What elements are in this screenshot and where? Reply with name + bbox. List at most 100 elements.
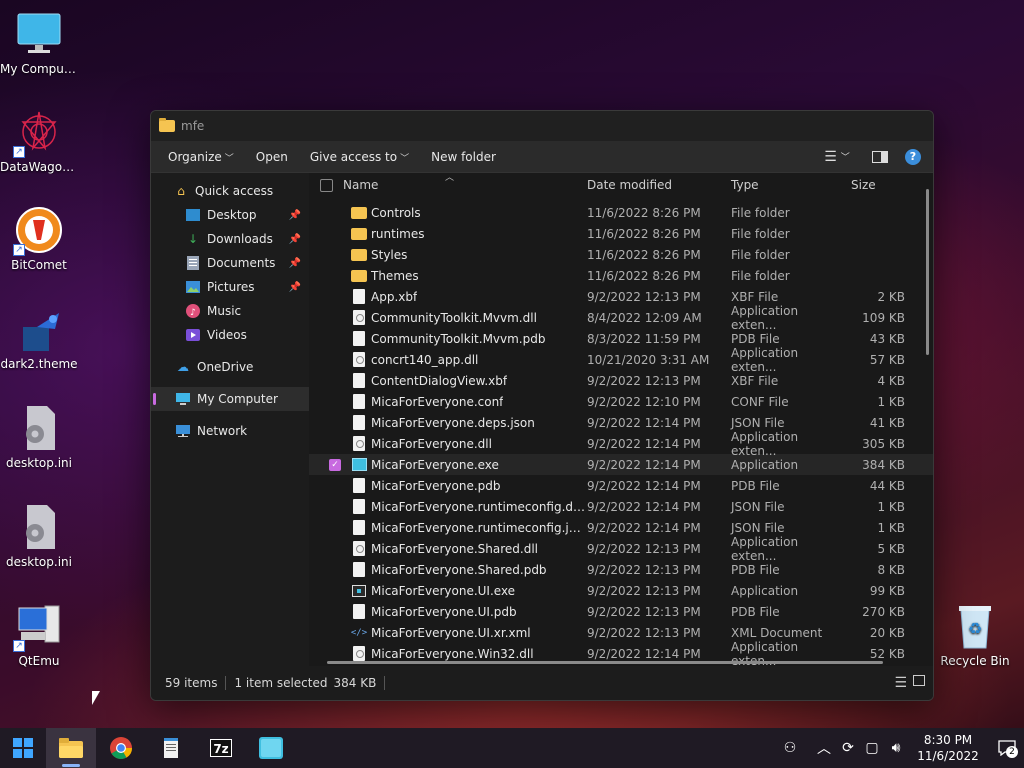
document-icon [353, 331, 365, 346]
file-type: JSON File [731, 520, 785, 535]
desktop-icon-label: dark2.theme [0, 357, 78, 371]
desktop-icon-bitcomet[interactable]: ↗ BitComet [0, 206, 78, 272]
file-row[interactable]: MicaForEveryone.Shared.pdb 9/2/2022 12:13… [309, 559, 933, 580]
file-date: 9/2/2022 12:10 PM [587, 394, 701, 409]
view-options-button[interactable]: ☰ ﹀ [819, 146, 855, 168]
file-row[interactable]: Controls 11/6/2022 8:26 PM File folder [309, 202, 933, 223]
document-icon [353, 394, 365, 409]
nav-desktop[interactable]: Desktop 📌 [151, 203, 309, 227]
file-name: MicaForEveryone.UI.pdb [371, 604, 517, 619]
select-all-checkbox[interactable] [319, 178, 333, 192]
mica-app-icon [259, 737, 283, 759]
desktop-icon-recycle-bin[interactable]: ♻ Recycle Bin [936, 602, 1014, 668]
file-name: Themes [371, 268, 419, 283]
file-row[interactable]: ✓ MicaForEveryone.exe 9/2/2022 12:14 PM App… [309, 454, 933, 475]
dll-file-icon [353, 352, 365, 367]
nav-label: Documents [207, 256, 276, 270]
pin-icon: 📌 [288, 233, 301, 245]
nav-onedrive[interactable]: ☁ OneDrive [151, 355, 309, 379]
theme-file-icon [15, 305, 63, 353]
desktop-icon-dark2-theme[interactable]: dark2.theme [0, 305, 78, 371]
file-type: JSON File [731, 415, 785, 430]
file-row[interactable]: Themes 11/6/2022 8:26 PM File folder [309, 265, 933, 286]
file-name: App.xbf [371, 289, 418, 304]
nav-quick-access[interactable]: ⌂ Quick access [151, 179, 309, 203]
taskbar-mica-app[interactable] [246, 728, 296, 768]
notepad-icon [164, 738, 178, 758]
new-folder-button[interactable]: New folder [420, 144, 507, 170]
shortcut-arrow-icon: ↗ [13, 244, 25, 256]
taskbar-notepad[interactable] [146, 728, 196, 768]
file-row[interactable]: runtimes 11/6/2022 8:26 PM File folder [309, 223, 933, 244]
sync-icon[interactable]: ⟳ [836, 740, 860, 756]
large-icons-view-icon[interactable] [913, 675, 925, 691]
folder-icon [159, 118, 175, 132]
datawagon-icon: ↗ [13, 108, 63, 158]
file-row[interactable]: MicaForEveryone.UI.exe 9/2/2022 12:13 PM A… [309, 580, 933, 601]
volume-icon[interactable]: 🔊︎ [884, 740, 908, 756]
file-row[interactable]: MicaForEveryone.UI.pdb 9/2/2022 12:13 PM P… [309, 601, 933, 622]
desktop-icon-my-computer[interactable]: My Computer [0, 10, 78, 76]
file-row[interactable]: CommunityToolkit.Mvvm.dll 8/4/2022 12:09 … [309, 304, 933, 332]
download-icon: ↓ [187, 232, 199, 246]
desktop-icon-desktop-ini-2[interactable]: desktop.ini [0, 503, 78, 569]
file-date: 9/2/2022 12:13 PM [587, 562, 701, 577]
column-name[interactable]: Name [343, 178, 587, 192]
horizontal-scrollbar[interactable] [327, 661, 883, 664]
file-row[interactable]: MicaForEveryone.runtimeconfig.dev.j... 9/… [309, 496, 933, 517]
desktop-icon-qtemu[interactable]: ↗ QtEmu [0, 602, 78, 668]
file-row[interactable]: MicaForEveryone.conf 9/2/2022 12:10 PM CON… [309, 391, 933, 412]
folder-icon [351, 269, 367, 282]
file-row[interactable]: MicaForEveryone.Shared.dll 9/2/2022 12:13… [309, 535, 933, 563]
organize-button[interactable]: Organize ﹀ [157, 144, 245, 170]
file-row[interactable]: ContentDialogView.xbf 9/2/2022 12:13 PM XB… [309, 370, 933, 391]
nav-label: Music [207, 304, 242, 318]
desktop-icon-datawagon[interactable]: ↗ DataWagon... [0, 108, 78, 174]
file-row[interactable]: MicaForEveryone.pdb 9/2/2022 12:14 PM PDB … [309, 475, 933, 496]
title-bar[interactable]: mfe [151, 111, 933, 141]
file-size: 1 KB [877, 499, 905, 514]
help-icon[interactable]: ? [905, 148, 921, 165]
file-row[interactable]: Styles 11/6/2022 8:26 PM File folder [309, 244, 933, 265]
taskbar-7zip[interactable]: 7z [196, 728, 246, 768]
taskbar-file-explorer[interactable] [46, 728, 96, 768]
nav-label: Pictures [207, 280, 255, 294]
nav-downloads[interactable]: ↓ Downloads 📌 [151, 227, 309, 251]
nav-pictures[interactable]: Pictures 📌 [151, 275, 309, 299]
start-button[interactable] [0, 728, 46, 768]
people-icon[interactable]: ⚇ [778, 740, 802, 756]
file-row[interactable]: concrt140_app.dll 10/21/2020 3:31 AM Appli… [309, 346, 933, 374]
vertical-scrollbar[interactable] [926, 189, 929, 355]
file-name: CommunityToolkit.Mvvm.pdb [371, 331, 546, 346]
folder-icon [351, 227, 367, 240]
taskbar: 7z ⚇ ︿ ⟳ ▢ 🔊︎ 8:30 PM 11/6/2022 2 [0, 728, 1024, 768]
chevron-up-icon[interactable]: ︿ [812, 738, 836, 758]
nav-network[interactable]: Network [151, 419, 309, 443]
notification-center-button[interactable]: 2 [990, 728, 1024, 768]
nav-videos[interactable]: Videos [151, 323, 309, 347]
file-type: XBF File [731, 373, 779, 388]
pictures-icon [185, 280, 201, 294]
open-button[interactable]: Open [245, 144, 299, 170]
column-size[interactable]: Size [841, 178, 905, 192]
item-count: 59 items [165, 676, 218, 690]
application-icon [352, 458, 367, 471]
taskbar-chrome[interactable] [96, 728, 146, 768]
nav-my-computer[interactable]: My Computer [151, 387, 309, 411]
notification-count-badge: 2 [1006, 746, 1018, 758]
column-type[interactable]: Type [731, 178, 841, 192]
details-view-icon[interactable]: ☰ [894, 675, 907, 691]
shortcut-arrow-icon: ↗ [13, 640, 25, 652]
nav-music[interactable]: ♪ Music [151, 299, 309, 323]
file-row[interactable]: MicaForEveryone.dll 9/2/2022 12:14 PM Appl… [309, 430, 933, 458]
column-date[interactable]: Date modified [587, 178, 731, 192]
desktop-icon-label: DataWagon... [0, 160, 78, 174]
preview-pane-button[interactable] [865, 146, 895, 168]
row-checkbox[interactable]: ✓ [329, 458, 341, 471]
nav-documents[interactable]: Documents 📌 [151, 251, 309, 275]
display-icon[interactable]: ▢ [860, 740, 884, 756]
clock[interactable]: 8:30 PM 11/6/2022 [916, 732, 980, 764]
file-size: 270 KB [862, 604, 905, 619]
desktop-icon-desktop-ini-1[interactable]: desktop.ini [0, 404, 78, 470]
give-access-button[interactable]: Give access to ﹀ [299, 144, 420, 170]
